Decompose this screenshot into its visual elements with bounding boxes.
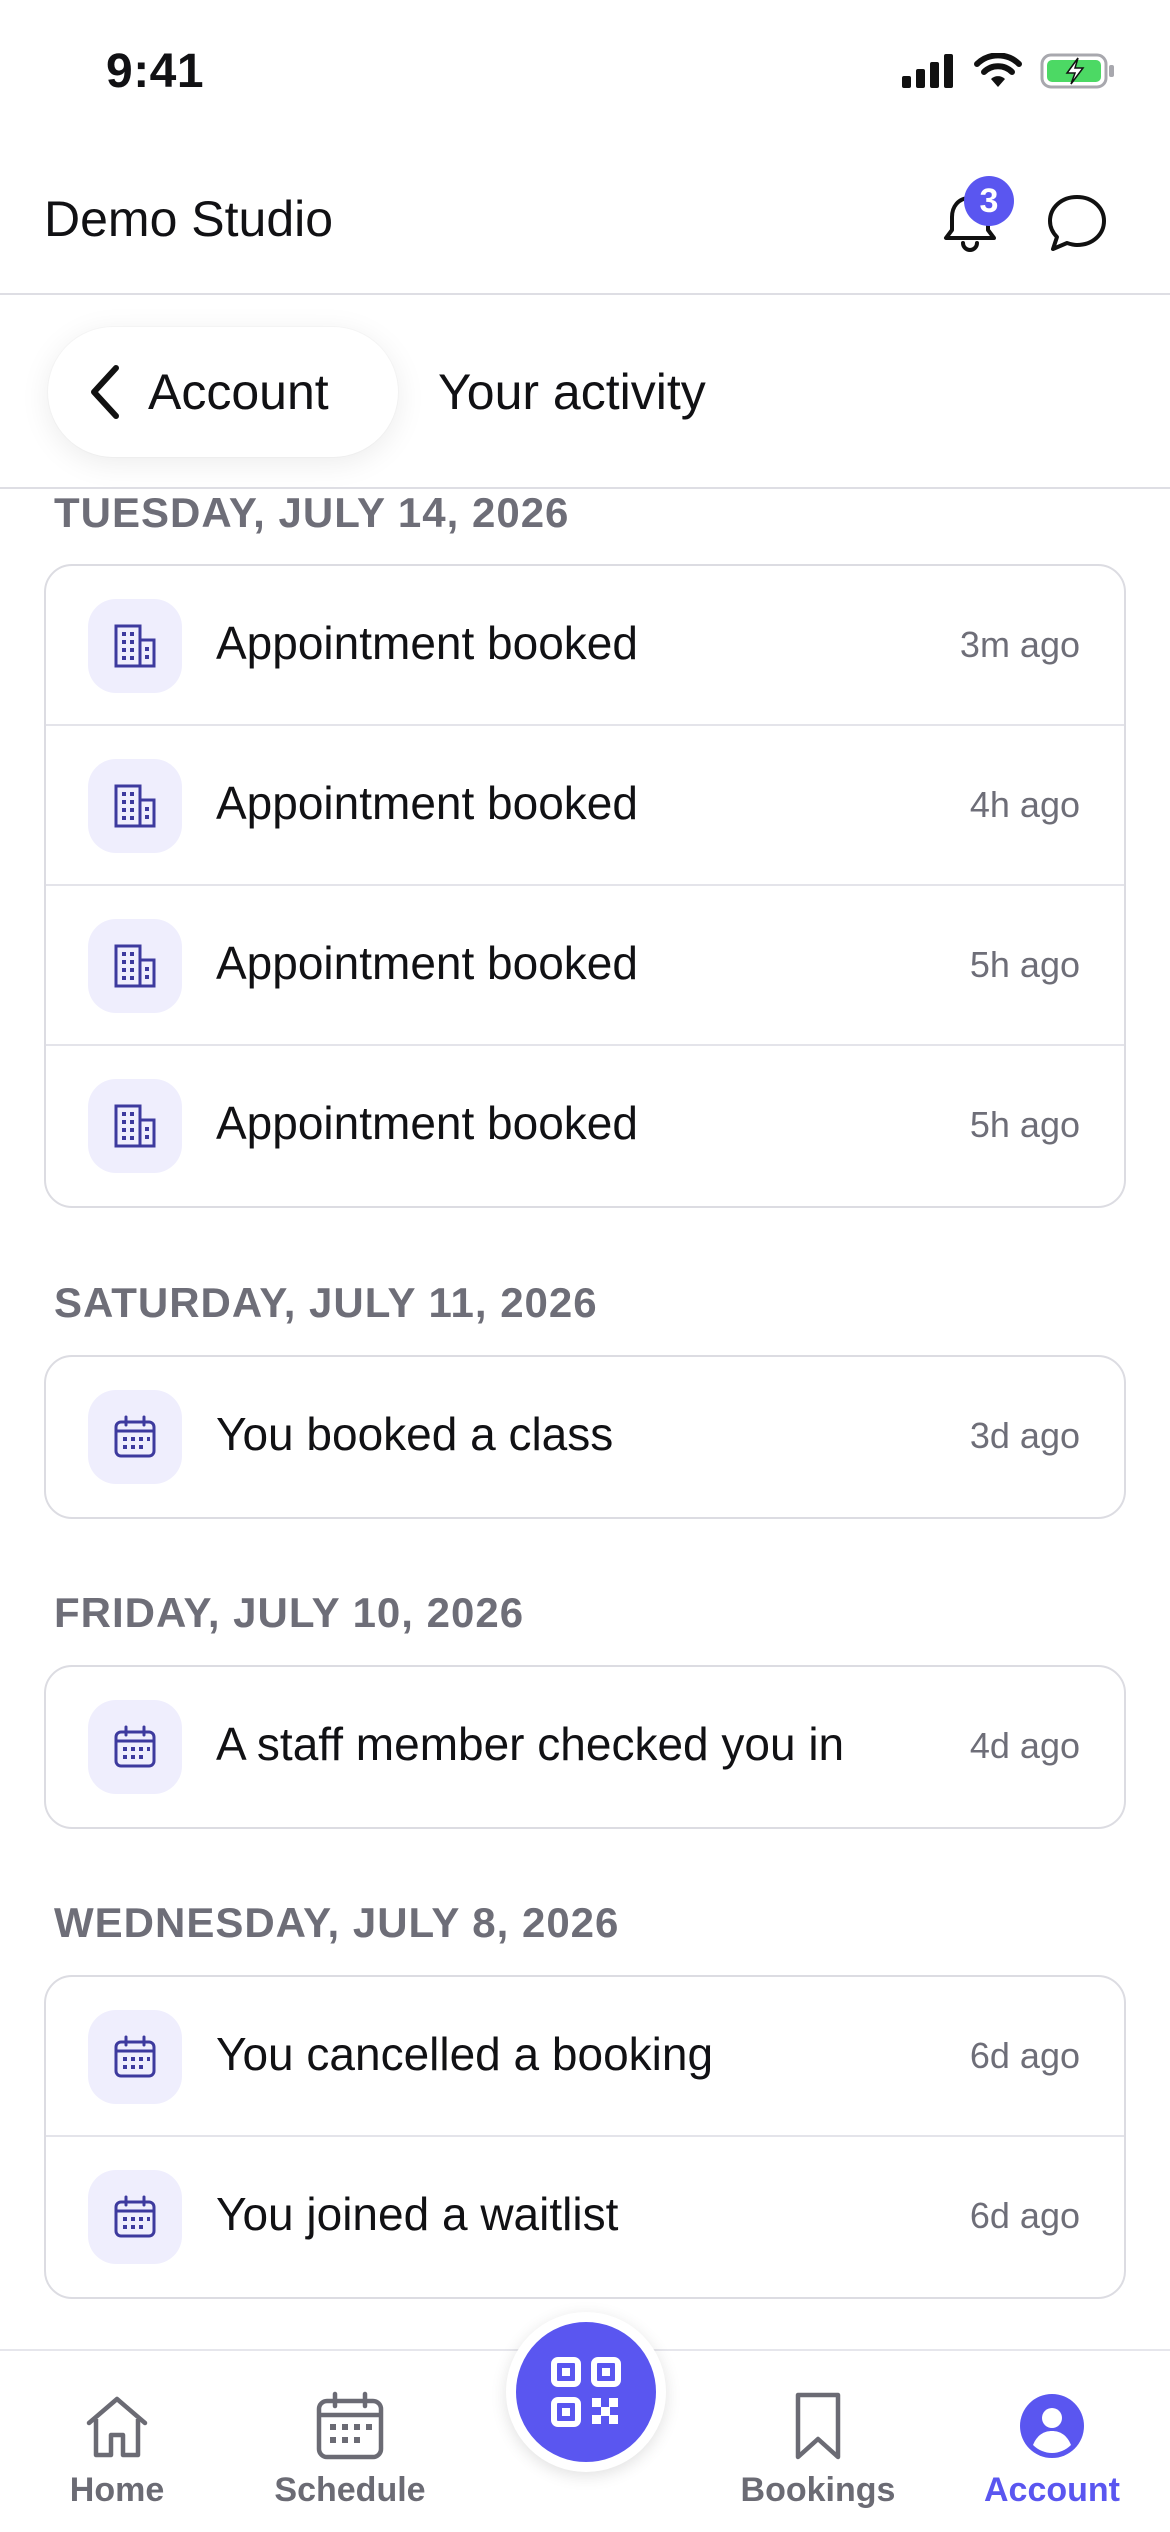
activity-card: You booked a class 3d ago: [44, 1355, 1126, 1519]
activity-time: 4d ago: [969, 1725, 1080, 1766]
activity-label: Appointment booked: [216, 1097, 638, 1149]
tab-account-label: Account: [984, 2471, 1120, 2509]
building-icon: [88, 759, 182, 853]
activity-time: 6d ago: [969, 2195, 1080, 2236]
subheader: Account Your activity: [0, 297, 1170, 489]
date-heading: SATURDAY, JULY 11, 2026: [54, 1279, 598, 1326]
home-icon: [86, 2396, 148, 2458]
activity-time: 4h ago: [969, 784, 1080, 825]
activity-time: 3d ago: [969, 1415, 1080, 1456]
tab-home-label: Home: [69, 2471, 165, 2509]
back-label: Account: [148, 364, 329, 420]
account-user-icon: [1020, 2394, 1084, 2458]
date-heading: FRIDAY, JULY 10, 2026: [54, 1589, 525, 1636]
calendar-icon: [88, 1390, 182, 1484]
activity-card: You cancelled a booking 6d ago You joine…: [44, 1975, 1126, 2299]
qr-code-icon: [551, 2357, 621, 2427]
activity-row[interactable]: You booked a class 3d ago: [46, 1357, 1124, 1517]
activity-label: Appointment booked: [216, 777, 638, 829]
cellular-signal-icon: [902, 54, 953, 88]
tab-account[interactable]: Account: [952, 2391, 1152, 2510]
activity-time: 6d ago: [969, 2035, 1080, 2076]
tab-home[interactable]: Home: [17, 2391, 217, 2510]
status-icons: [902, 52, 1116, 90]
page-title: Your activity: [438, 364, 706, 420]
activity-row[interactable]: Appointment booked 5h ago: [46, 1046, 1124, 1206]
activity-row[interactable]: Appointment booked 4h ago: [46, 726, 1124, 886]
tab-bookings[interactable]: Bookings: [718, 2391, 918, 2510]
activity-time: 5h ago: [969, 944, 1080, 985]
status-bar: 9:41: [0, 0, 1170, 150]
activity-label: Appointment booked: [216, 617, 638, 669]
notification-count-badge: 3: [964, 176, 1014, 226]
calendar-icon: [88, 1700, 182, 1794]
activity-row[interactable]: A staff member checked you in 4d ago: [46, 1667, 1124, 1827]
activity-row[interactable]: You cancelled a booking 6d ago: [46, 1977, 1124, 2137]
studio-title: Demo Studio: [44, 191, 334, 247]
bookmark-icon: [795, 2392, 841, 2460]
qr-code-button[interactable]: [506, 2312, 666, 2472]
activity-time: 3m ago: [959, 624, 1080, 665]
activity-card: Appointment booked 3m ago Appointment bo…: [44, 564, 1126, 1208]
tab-schedule[interactable]: Schedule: [250, 2391, 450, 2510]
calendar-icon: [88, 2170, 182, 2264]
tab-bookings-label: Bookings: [740, 2471, 896, 2509]
calendar-icon: [88, 2010, 182, 2104]
building-icon: [88, 1079, 182, 1173]
chat-bubble-icon[interactable]: [1042, 188, 1112, 258]
date-heading: TUESDAY, JULY 14, 2026: [54, 489, 570, 536]
activity-label: You joined a waitlist: [216, 2188, 619, 2240]
activity-list[interactable]: TUESDAY, JULY 14, 2026 Appointment booke…: [0, 489, 1170, 2349]
activity-row[interactable]: Appointment booked 5h ago: [46, 886, 1124, 1046]
wifi-icon: [974, 53, 1022, 87]
activity-card: A staff member checked you in 4d ago: [44, 1665, 1126, 1829]
activity-row[interactable]: Appointment booked 3m ago: [46, 566, 1124, 726]
date-heading: WEDNESDAY, JULY 8, 2026: [54, 1899, 620, 1946]
building-icon: [88, 919, 182, 1013]
activity-label: Appointment booked: [216, 937, 638, 989]
tab-schedule-label: Schedule: [274, 2471, 426, 2509]
activity-label: A staff member checked you in: [216, 1718, 845, 1770]
battery-charging-icon: [1040, 53, 1114, 89]
activity-time: 5h ago: [969, 1104, 1080, 1145]
activity-label: You booked a class: [216, 1408, 614, 1460]
back-to-account-button[interactable]: Account: [48, 327, 398, 457]
activity-row[interactable]: You joined a waitlist 6d ago: [46, 2137, 1124, 2297]
chevron-left-icon: [91, 365, 119, 419]
activity-label: You cancelled a booking: [216, 2028, 714, 2080]
calendar-icon: [316, 2391, 384, 2460]
status-time: 9:41: [106, 45, 205, 98]
building-icon: [88, 599, 182, 693]
